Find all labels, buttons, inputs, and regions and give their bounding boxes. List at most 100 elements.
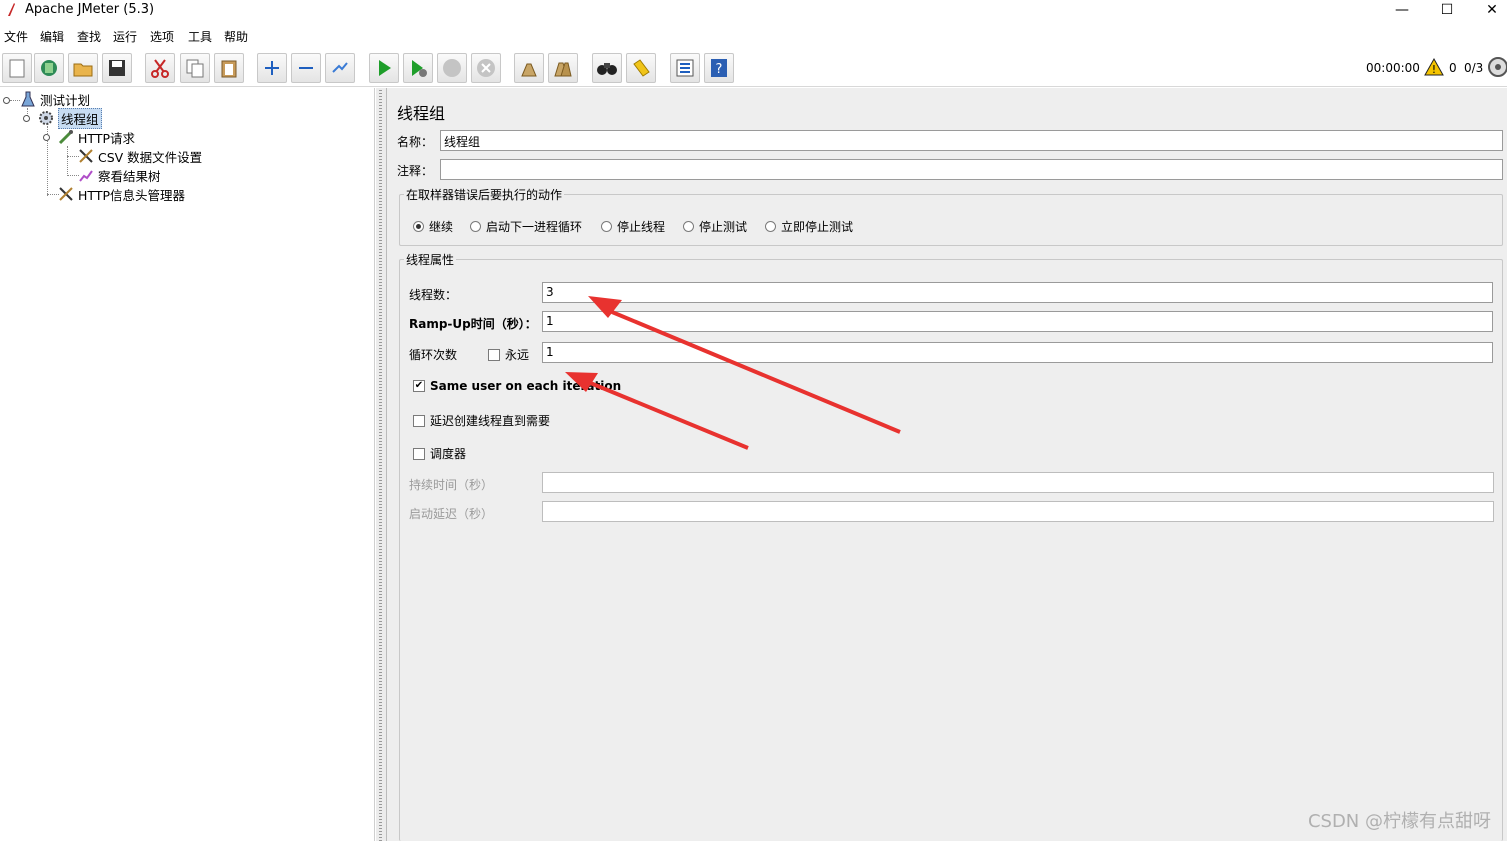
thread-group-panel: 线程组 名称： 线程组 注释： 在取样器错误后要执行的动作 继续 启动下一进程循… [386,88,1507,841]
start-no-pause-button[interactable] [403,53,433,83]
name-label: 名称： [397,135,434,149]
start-button[interactable] [369,53,399,83]
split-pane-divider[interactable] [376,88,386,841]
expand-toggle[interactable] [3,97,10,104]
comment-field[interactable] [440,159,1503,180]
new-button[interactable] [2,53,32,83]
menu-help[interactable]: 帮助 [224,28,248,45]
shutdown-button[interactable] [471,53,501,83]
tree-node-test-plan[interactable]: 测试计划 [20,90,90,108]
expand-icon [265,61,279,75]
jmeter-feather-icon [8,3,15,16]
window-title: Apache JMeter (5.3) [25,2,155,17]
reset-search-button[interactable] [626,53,656,83]
function-helper-icon [676,59,694,77]
radio-continue[interactable]: 继续 [413,218,453,235]
clear-all-button[interactable] [548,53,578,83]
cut-button[interactable] [145,53,175,83]
save-button[interactable] [102,53,132,83]
threads-label: 线程数： [409,288,458,302]
tree-node-thread-group[interactable]: 线程组 [38,107,102,129]
same-user-checkbox[interactable]: ✔ Same user on each iteration [413,379,621,393]
templates-button[interactable] [34,53,64,83]
tree-node-http-request[interactable]: HTTP请求 [58,128,135,146]
panel-title: 线程组 [397,104,446,123]
open-icon [73,63,93,77]
name-field[interactable]: 线程组 [440,130,1503,151]
reset-search-icon [633,59,650,77]
config-icon [79,149,93,163]
expand-toggle[interactable] [43,134,50,141]
menu-edit[interactable]: 编辑 [40,28,64,45]
radio-stop-test-now[interactable]: 立即停止测试 [765,218,853,235]
save-icon [109,60,125,76]
expand-all-button[interactable] [257,53,287,83]
thread-properties-legend: 线程属性 [406,253,455,267]
listener-icon [79,170,93,182]
collapse-all-button[interactable] [291,53,321,83]
paste-icon [221,60,237,78]
tree-node-view-results-tree[interactable]: 察看结果树 [78,166,161,184]
clear-all-icon [554,62,572,77]
search-button[interactable] [592,53,622,83]
delay-thread-creation-checkbox[interactable]: 延迟创建线程直到需要 [413,412,550,429]
menu-options[interactable]: 选项 [150,28,174,45]
shutdown-icon [477,59,495,77]
start-icon [379,60,391,76]
copy-icon [186,59,204,78]
maximize-button[interactable]: ☐ [1424,0,1470,22]
rampup-label: Ramp-Up时间（秒）： [409,317,537,331]
radio-stop-thread[interactable]: 停止线程 [601,218,665,235]
stop-button[interactable] [437,53,467,83]
tree-node-label: CSV 数据文件设置 [98,149,203,165]
toggle-button[interactable] [325,53,355,83]
loop-count-field[interactable]: 1 [542,342,1493,363]
copy-button[interactable] [180,53,210,83]
test-plan-icon [21,91,35,107]
forever-checkbox[interactable]: 永远 [488,346,529,363]
loop-count-label: 循环次数 [409,348,458,362]
title-bar: Apache JMeter (5.3) — ☐ ✕ [0,0,1507,22]
search-icon [597,63,617,75]
menu-bar: 文件 编辑 查找 运行 选项 工具 帮助 [0,24,1507,48]
duration-field[interactable] [542,472,1494,493]
duration-label: 持续时间（秒） [409,478,494,492]
rampup-field[interactable]: 1 [542,311,1493,332]
tree-node-label: HTTP信息头管理器 [78,187,185,203]
startup-delay-field[interactable] [542,501,1494,522]
close-button[interactable]: ✕ [1469,0,1507,22]
threads-field[interactable]: 3 [542,282,1493,303]
clear-button[interactable] [514,53,544,83]
warning-count: 0 [1449,61,1457,75]
tree-node-label: 线程组 [58,107,102,129]
tree-node-label: 察看结果树 [98,168,161,184]
radio-stop-test[interactable]: 停止测试 [683,218,747,235]
new-icon [9,59,25,78]
paste-button[interactable] [214,53,244,83]
expand-toggle[interactable] [23,115,30,122]
active-threads: 0/3 [1464,61,1484,75]
help-icon: ? [711,59,727,77]
menu-search[interactable]: 查找 [77,28,101,45]
svg-text:?: ? [716,62,723,77]
comment-label: 注释： [397,164,434,178]
tree-node-header-manager[interactable]: HTTP信息头管理器 [58,185,185,203]
tree-node-csv-data-set[interactable]: CSV 数据文件设置 [78,147,202,165]
scheduler-checkbox[interactable]: 调度器 [413,445,466,462]
startup-delay-label: 启动延迟（秒） [409,507,494,521]
help-button[interactable]: ? [704,53,734,83]
menu-run[interactable]: 运行 [113,28,137,45]
toggle-icon [332,62,348,73]
warning-icon[interactable]: ! [1424,58,1444,76]
menu-tools[interactable]: 工具 [188,28,212,45]
minimize-button[interactable]: — [1379,0,1425,22]
templates-icon [41,60,57,76]
start-no-pause-icon [412,60,427,77]
tree-node-label: 测试计划 [40,92,91,108]
svg-text:!: ! [1432,63,1436,76]
function-helper-button[interactable] [670,53,700,83]
menu-file[interactable]: 文件 [4,28,28,45]
radio-start-next-loop[interactable]: 启动下一进程循环 [470,218,582,235]
open-button[interactable] [68,53,98,83]
tree-node-label: HTTP请求 [78,130,135,146]
